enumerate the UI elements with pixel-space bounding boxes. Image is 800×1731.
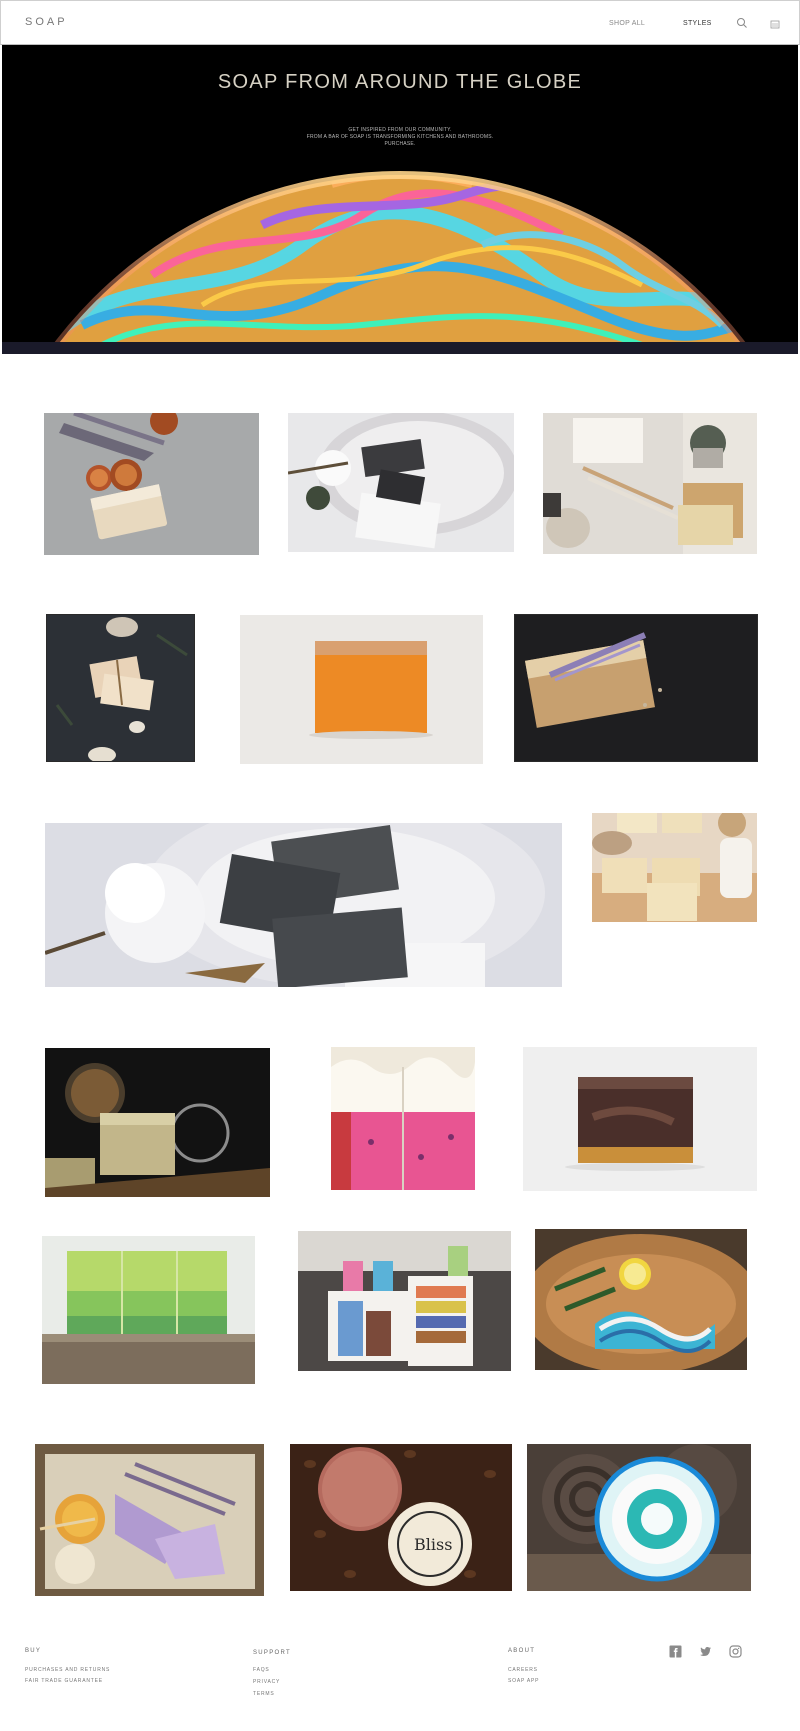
shopping-bag-icon[interactable]	[769, 17, 781, 29]
footer-link-privacy[interactable]: PRIVACY	[253, 1679, 280, 1685]
gallery-photo[interactable]	[45, 823, 562, 987]
footer-link-soap-app[interactable]: SOAP APP	[508, 1678, 539, 1684]
site-header: SOAP SHOP ALL STYLES	[0, 0, 800, 45]
search-icon[interactable]	[736, 17, 748, 29]
footer-link-terms[interactable]: TERMS	[253, 1691, 275, 1697]
gallery-photo[interactable]	[514, 614, 758, 762]
facebook-icon[interactable]	[669, 1645, 682, 1658]
footer-title-about: ABOUT	[508, 1648, 536, 1654]
gallery-photo[interactable]	[331, 1047, 475, 1190]
gallery-photo[interactable]	[44, 413, 259, 555]
gallery-photo[interactable]	[35, 1444, 264, 1596]
instagram-icon[interactable]	[729, 1645, 742, 1658]
twitter-icon[interactable]	[699, 1645, 712, 1658]
hero-subtitle-line: PURCHASE.	[384, 141, 416, 147]
gallery-photo[interactable]	[288, 413, 514, 552]
gallery-photo[interactable]	[46, 614, 195, 762]
nav-styles[interactable]: STYLES	[683, 20, 712, 27]
hero-title: SOAP FROM AROUND THE GLOBE	[217, 71, 583, 93]
nav-shop-all[interactable]: SHOP ALL	[609, 20, 645, 27]
site-logo[interactable]: SOAP	[25, 16, 68, 28]
footer-title-buy: BUY	[25, 1648, 42, 1654]
gallery-photo[interactable]	[240, 615, 483, 764]
gallery-photo[interactable]	[45, 1048, 270, 1197]
gallery-photo[interactable]	[543, 413, 757, 554]
gallery-photo[interactable]	[523, 1047, 757, 1191]
gallery-photo[interactable]	[298, 1231, 511, 1371]
footer-link-fair-trade[interactable]: FAIR TRADE GUARANTEE	[25, 1678, 103, 1684]
footer-link-careers[interactable]: CAREERS	[508, 1667, 538, 1673]
hero-subtitle-line: FROM A BAR OF SOAP IS TRANSFORMING KITCH…	[306, 134, 494, 140]
footer-link-faqs[interactable]: FAQS	[253, 1667, 270, 1673]
gallery-photo[interactable]	[535, 1229, 747, 1370]
hero-subtitle-line: GET INSPIRED FROM OUR COMMUNITY.	[348, 127, 452, 133]
footer-link-purchases-returns[interactable]: PURCHASES AND RETURNS	[25, 1667, 110, 1673]
gallery-photo[interactable]	[527, 1444, 751, 1591]
gallery-photo[interactable]: Bliss	[290, 1444, 512, 1591]
footer-title-support: SUPPORT	[253, 1650, 291, 1656]
gallery-photo[interactable]	[592, 813, 757, 922]
gallery-photo[interactable]	[42, 1236, 255, 1384]
soap-stamp-logo: Bliss	[414, 1535, 452, 1554]
hero-banner: SOAP FROM AROUND THE GLOBE GET INSPIRED …	[2, 45, 798, 354]
